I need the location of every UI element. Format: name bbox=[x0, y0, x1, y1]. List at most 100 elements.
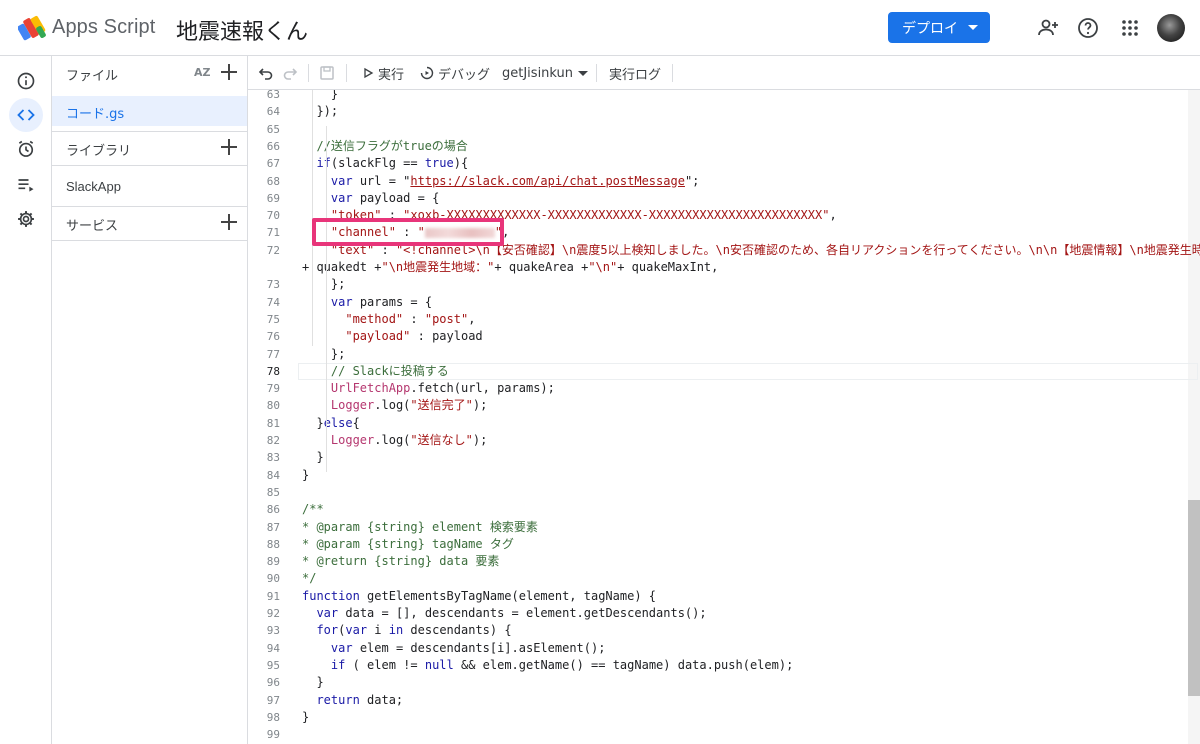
chevron-down-icon bbox=[578, 70, 589, 76]
avatar[interactable] bbox=[1157, 14, 1185, 42]
line-number: 77 bbox=[266, 347, 280, 361]
code-line[interactable]: } bbox=[302, 449, 323, 466]
divider bbox=[52, 240, 247, 241]
code-line[interactable]: /** bbox=[302, 501, 324, 518]
code-line[interactable]: if ( elem != null && elem.getName() == t… bbox=[302, 657, 793, 674]
settings-icon bbox=[18, 211, 34, 227]
code-line[interactable]: var data = [], descendants = element.get… bbox=[302, 605, 706, 622]
run-button[interactable]: 実行 bbox=[362, 64, 404, 83]
line-number: 66 bbox=[266, 139, 280, 153]
code-line[interactable]: }); bbox=[302, 103, 338, 120]
library-item-slackapp[interactable]: SlackApp bbox=[66, 179, 121, 194]
indent-guide bbox=[326, 126, 327, 472]
line-number: 96 bbox=[266, 676, 280, 690]
line-number: 65 bbox=[266, 122, 280, 136]
project-title[interactable]: 地震速報くん bbox=[176, 14, 308, 46]
sort-az-icon[interactable]: AZ bbox=[194, 66, 211, 79]
toolbar-separator bbox=[346, 64, 347, 82]
line-number: 80 bbox=[266, 399, 280, 413]
files-panel: ファイル AZ コード.gs ライブラリ SlackApp サービス bbox=[52, 56, 248, 744]
line-number: 74 bbox=[266, 295, 280, 309]
code-line[interactable]: for(var i in descendants) { bbox=[302, 622, 511, 639]
line-number: 87 bbox=[266, 520, 280, 534]
line-number: 70 bbox=[266, 209, 280, 223]
line-number: 90 bbox=[266, 572, 280, 586]
code-line[interactable]: } bbox=[302, 709, 309, 726]
code-line[interactable]: } bbox=[302, 674, 323, 691]
file-item-code-gs[interactable]: コード.gs bbox=[52, 96, 247, 126]
code-line[interactable]: }; bbox=[302, 276, 345, 293]
line-number: 93 bbox=[266, 624, 280, 638]
editor-button[interactable] bbox=[9, 98, 43, 132]
deploy-button[interactable]: デプロイ bbox=[888, 12, 990, 43]
add-person-icon[interactable] bbox=[1036, 16, 1060, 40]
line-number: 97 bbox=[266, 693, 280, 707]
line-number: 67 bbox=[266, 157, 280, 171]
settings-button[interactable] bbox=[9, 202, 43, 236]
add-library-icon[interactable] bbox=[221, 139, 237, 155]
apps-grid-icon[interactable] bbox=[1118, 16, 1142, 40]
add-service-icon[interactable] bbox=[221, 214, 237, 230]
code-line[interactable]: "payload" : payload bbox=[302, 328, 482, 345]
line-number: 84 bbox=[266, 468, 280, 482]
redo-icon[interactable] bbox=[282, 64, 298, 82]
line-number: 91 bbox=[266, 589, 280, 603]
editor-scrollbar-thumb[interactable] bbox=[1188, 500, 1200, 696]
code-line[interactable]: * @param {string} element 検索要素 bbox=[302, 519, 538, 536]
library-label: ライブラリ bbox=[66, 144, 132, 159]
editor-toolbar: 実行 デバッグ getJisinkun 実行ログ bbox=[248, 56, 1200, 90]
code-icon bbox=[17, 109, 35, 121]
deploy-button-label: デプロイ bbox=[902, 20, 958, 37]
code-line[interactable]: UrlFetchApp.fetch(url, params); bbox=[302, 380, 555, 397]
line-number: 99 bbox=[266, 728, 280, 742]
execution-log-button[interactable]: 実行ログ bbox=[609, 64, 661, 83]
code-line[interactable]: + quakedt +"\n地震発生地域："+ quakeArea +"\n"+… bbox=[302, 259, 718, 276]
debug-button[interactable]: デバッグ bbox=[420, 64, 491, 83]
code-line[interactable]: */ bbox=[302, 570, 316, 587]
code-line[interactable]: } bbox=[302, 467, 309, 484]
code-line[interactable]: // Slackに投稿する bbox=[302, 363, 449, 380]
code-line[interactable]: function getElementsByTagName(element, t… bbox=[302, 588, 656, 605]
code-editor[interactable]: 63 64 65 66 67 68 69 70 71 72 73 74 75 76 77 78 79 80 81 82… bbox=[248, 90, 1200, 744]
line-number: 82 bbox=[266, 434, 280, 447]
play-icon bbox=[364, 67, 374, 79]
code-line[interactable]: return data; bbox=[302, 692, 403, 709]
line-number: 89 bbox=[266, 555, 280, 569]
code-line[interactable]: var payload = { bbox=[302, 190, 439, 207]
debug-label: デバッグ bbox=[438, 67, 491, 83]
line-number: 98 bbox=[266, 710, 280, 724]
function-select[interactable]: getJisinkun bbox=[502, 64, 589, 82]
undo-icon[interactable] bbox=[258, 64, 274, 82]
function-select-value: getJisinkun bbox=[502, 65, 574, 81]
apps-script-logo-icon[interactable] bbox=[18, 14, 46, 42]
line-number: 71 bbox=[266, 226, 280, 240]
code-line[interactable]: }; bbox=[302, 346, 345, 363]
code-line[interactable]: } bbox=[302, 90, 338, 103]
divider bbox=[52, 165, 247, 166]
code-line[interactable]: Logger.log("送信なし"); bbox=[302, 432, 487, 449]
line-number: 63 bbox=[266, 90, 280, 101]
code-line[interactable]: Logger.log("送信完了"); bbox=[302, 397, 487, 414]
help-icon[interactable] bbox=[1076, 16, 1100, 40]
code-line[interactable]: * @return {string} data 要素 bbox=[302, 553, 499, 570]
files-section-header: ファイル AZ bbox=[52, 56, 247, 90]
line-number: 73 bbox=[266, 278, 280, 292]
line-number: 79 bbox=[266, 382, 280, 396]
save-icon[interactable] bbox=[319, 64, 335, 82]
alarm-icon bbox=[18, 140, 34, 157]
overview-button[interactable] bbox=[9, 64, 43, 98]
executions-button[interactable] bbox=[9, 168, 43, 202]
line-number: 69 bbox=[266, 191, 280, 205]
triggers-button[interactable] bbox=[9, 132, 43, 166]
add-file-icon[interactable] bbox=[221, 64, 237, 80]
code-line[interactable]: * @param {string} tagName タグ bbox=[302, 536, 514, 553]
code-line[interactable]: }else{ bbox=[302, 415, 359, 432]
info-icon bbox=[17, 72, 35, 90]
code-line[interactable]: var elem = descendants[i].asElement(); bbox=[302, 640, 606, 657]
code-line[interactable]: "method" : "post", bbox=[302, 311, 475, 328]
line-number: 95 bbox=[266, 658, 280, 672]
line-number: 76 bbox=[266, 330, 280, 344]
code-line[interactable]: var url = "https://slack.com/api/chat.po… bbox=[302, 173, 699, 190]
line-number: 86 bbox=[266, 503, 280, 517]
code-line[interactable]: var params = { bbox=[302, 294, 432, 311]
